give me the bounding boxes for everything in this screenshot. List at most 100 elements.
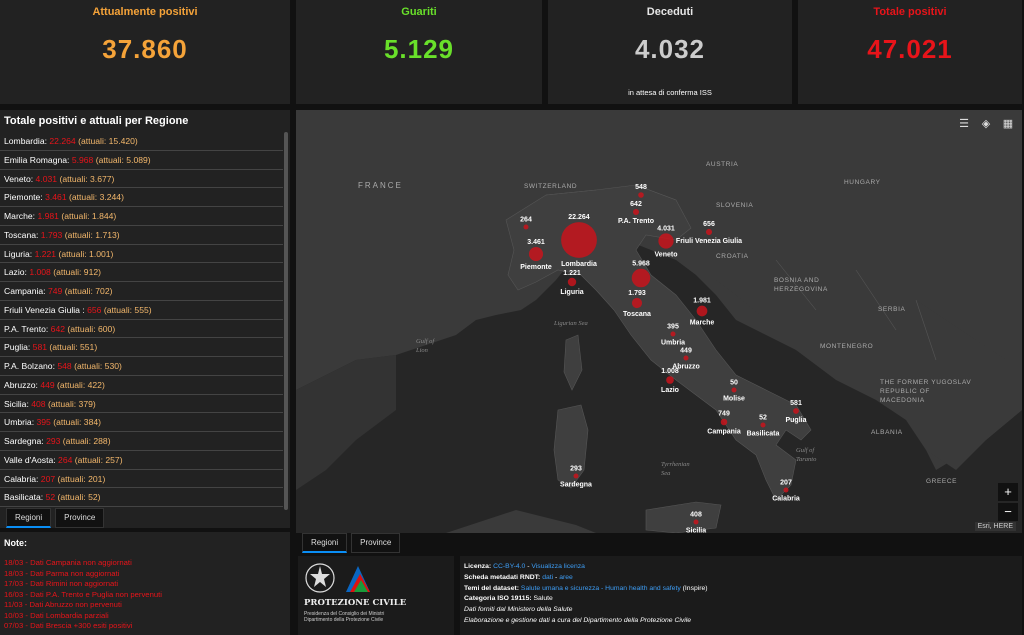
marker-value-label: 408 <box>690 512 702 519</box>
kpi-value: 47.021 <box>867 34 953 64</box>
marker-region-label: Umbria <box>661 340 685 347</box>
layers-icon[interactable]: ◈ <box>978 116 994 132</box>
sea-label: Gulf of <box>416 338 435 345</box>
case-marker[interactable] <box>705 228 713 236</box>
region-row[interactable]: Campania: 749 (attuali: 702) <box>0 282 283 301</box>
metadata-aree-link[interactable]: aree <box>559 574 573 581</box>
metadata-dati-link[interactable]: dati <box>542 574 553 581</box>
region-name: Friuli Venezia Giulia : <box>4 304 85 315</box>
country-label: GREECE <box>926 478 957 485</box>
kpi-deceduti: Deceduti 4.032 in attesa di conferma ISS <box>548 0 792 104</box>
region-row[interactable]: Emilia Romagna: 5.968 (attuali: 5.089) <box>0 151 283 170</box>
region-row[interactable]: Puglia: 581 (attuali: 551) <box>0 338 283 357</box>
region-name: Valle d'Aosta: <box>4 454 56 465</box>
map-view[interactable]: FRANCE SWITZERLAND AUSTRIA HUNGARY SLOVENIA C… <box>296 110 1022 533</box>
region-list-scrollbar[interactable] <box>284 132 288 510</box>
sea-label: Lion <box>415 347 428 354</box>
case-marker[interactable] <box>793 408 799 414</box>
country-label: FRANCE <box>358 181 403 190</box>
logo-box: PROTEZIONE CIVILE Presidenza del Consigl… <box>298 556 454 635</box>
case-marker[interactable] <box>573 473 579 479</box>
region-row[interactable]: Friuli Venezia Giulia : 656 (attuali: 55… <box>0 301 283 320</box>
region-row[interactable]: Liguria: 1.221 (attuali: 1.001) <box>0 245 283 264</box>
region-current: (attuali: 702) <box>64 286 113 296</box>
region-current: (attuali: 422) <box>57 379 105 390</box>
region-row[interactable]: Calabria: 207 (attuali: 201) <box>0 470 283 489</box>
region-row[interactable]: Sardegna: 293 (attuali: 288) <box>0 432 283 451</box>
protezione-civile-logo <box>305 563 370 593</box>
region-row[interactable]: Marche: 1.981 (attuali: 1.844) <box>0 207 283 226</box>
regions-tabs: Regioni Province <box>6 508 105 528</box>
country-label: HUNGARY <box>844 179 881 186</box>
case-marker[interactable] <box>567 277 577 287</box>
marker-region-label: Piemonte <box>520 264 552 271</box>
case-marker[interactable] <box>731 387 737 393</box>
region-total: 1.793 <box>40 229 63 240</box>
sea-label: Taranto <box>796 456 817 463</box>
region-list[interactable]: Lombardia: 22.264 (attuali: 15.420) Emili… <box>0 132 283 507</box>
map-tab-regioni[interactable]: Regioni <box>302 533 348 553</box>
region-total: 395 <box>36 417 51 428</box>
country-label: SLOVENIA <box>716 202 753 209</box>
basemap-gallery-icon[interactable]: ▦ <box>1000 116 1016 132</box>
region-row[interactable]: Basilicata: 52 (attuali: 52) <box>0 488 283 507</box>
case-marker[interactable] <box>631 268 651 288</box>
marker-region-label: Puglia <box>785 417 806 424</box>
region-row[interactable]: Abruzzo: 449 (attuali: 422) <box>0 376 283 395</box>
country-label: HERZEGOVINA <box>774 286 828 293</box>
case-marker[interactable] <box>638 192 644 198</box>
tab-regioni[interactable]: Regioni <box>6 508 52 528</box>
country-label: THE FORMER YUGOSLAV <box>880 379 971 386</box>
case-marker[interactable] <box>696 305 708 317</box>
region-row[interactable]: Lombardia: 22.264 (attuali: 15.420) <box>0 132 283 151</box>
metadata-line: Scheda metadati RNDT: dati - aree <box>464 573 573 581</box>
region-current: (attuali: 52) <box>57 492 101 503</box>
kpi-title: Guariti <box>401 6 437 18</box>
region-row[interactable]: Toscana: 1.793 (attuali: 1.713) <box>0 226 283 245</box>
region-row[interactable]: Veneto: 4.031 (attuali: 3.677) <box>0 170 283 189</box>
zoom-in-button[interactable]: + <box>998 483 1018 501</box>
case-marker[interactable] <box>783 487 789 493</box>
note-item: 18/03 - Dati Parma non aggiornati <box>4 568 120 578</box>
case-marker[interactable] <box>693 519 699 525</box>
map-tab-province[interactable]: Province <box>351 533 401 553</box>
kpi-totale-positivi: Totale positivi 47.021 <box>798 0 1022 104</box>
case-marker[interactable] <box>632 208 640 216</box>
region-row[interactable]: P.A. Trento: 642 (attuali: 600) <box>0 320 283 339</box>
region-current: (attuali: 1.001) <box>58 248 114 259</box>
region-name: Emilia Romagna: <box>4 154 70 165</box>
tab-province[interactable]: Province <box>55 508 105 528</box>
region-row[interactable]: Valle d'Aosta: 264 (attuali: 257) <box>0 451 283 470</box>
case-marker[interactable] <box>523 224 529 230</box>
case-marker[interactable] <box>631 297 643 309</box>
region-current: (attuali: 912) <box>53 267 102 278</box>
case-marker[interactable] <box>720 418 728 426</box>
marker-region-label: Marche <box>690 319 715 326</box>
region-current: (attuali: 551) <box>49 342 98 353</box>
sea-label: Ligurian Sea <box>553 320 588 327</box>
region-row[interactable]: Umbria: 395 (attuali: 384) <box>0 413 283 432</box>
region-row[interactable]: Sicilia: 408 (attuali: 379) <box>0 395 283 414</box>
case-marker[interactable] <box>670 331 676 337</box>
case-marker[interactable] <box>528 246 544 262</box>
license-link[interactable]: CC-BY-4.0 <box>493 563 525 570</box>
themes-link[interactable]: Salute umana e sicurezza - Human health … <box>521 585 681 592</box>
legend-list-icon[interactable]: ☰ <box>956 116 972 132</box>
region-total: 642 <box>50 323 66 334</box>
note-item: 11/03 - Dati Abruzzo non pervenuti <box>4 600 122 609</box>
view-license-link[interactable]: Visualizza licenza <box>531 563 585 570</box>
region-row[interactable]: Piemonte: 3.461 (attuali: 3.244) <box>0 188 283 207</box>
region-total: 548 <box>57 361 72 371</box>
marker-value-label: 548 <box>635 184 647 191</box>
case-marker[interactable] <box>760 422 766 428</box>
case-marker[interactable] <box>683 355 689 361</box>
case-marker[interactable] <box>561 222 597 258</box>
zoom-out-button[interactable]: − <box>998 503 1018 521</box>
case-marker[interactable] <box>666 376 674 384</box>
region-current: (attuali: 600) <box>67 323 116 334</box>
region-row[interactable]: Lazio: 1.008 (attuali: 912) <box>0 263 283 282</box>
region-total: 449 <box>40 379 55 390</box>
case-marker[interactable] <box>658 233 674 249</box>
region-row[interactable]: P.A. Bolzano: 548 (attuali: 530) <box>0 357 283 376</box>
marker-value-label: 5.968 <box>632 261 650 268</box>
